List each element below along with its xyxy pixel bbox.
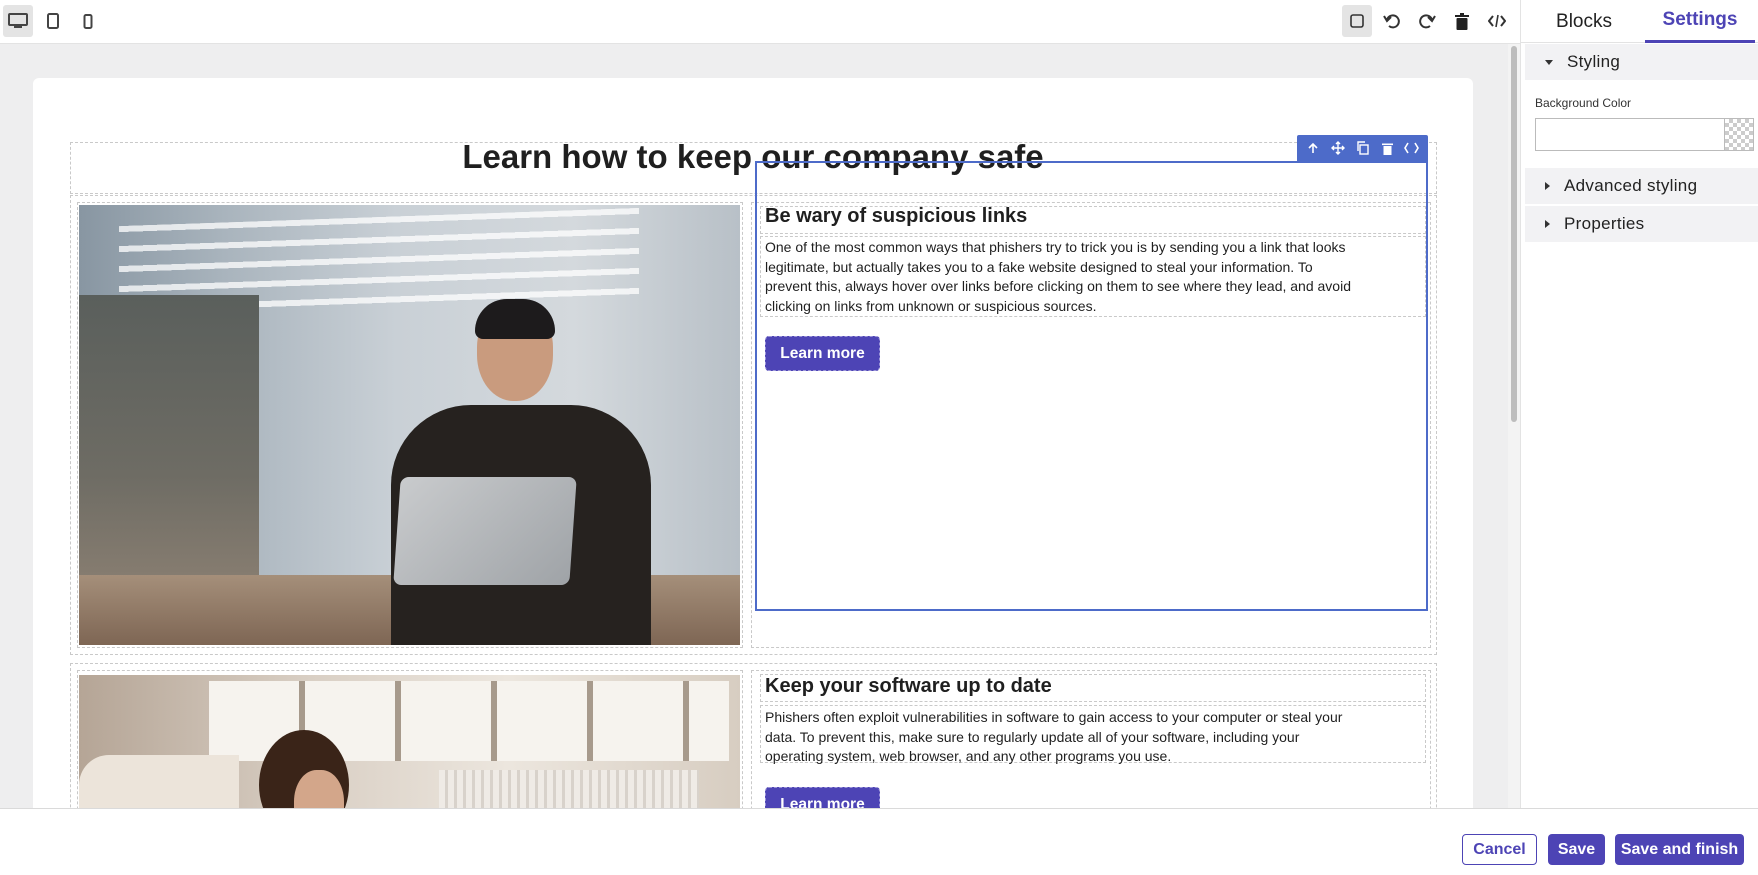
trash-icon[interactable] bbox=[1376, 137, 1398, 159]
laptop bbox=[393, 477, 577, 585]
action-bar: Cancel Save Save and finish bbox=[0, 808, 1758, 875]
woman-window-image[interactable] bbox=[79, 675, 740, 808]
card-heading[interactable]: Keep your software up to date bbox=[765, 675, 1052, 698]
tab-blocks[interactable]: Blocks bbox=[1529, 0, 1639, 43]
move-icon[interactable] bbox=[1327, 137, 1349, 159]
copy-icon[interactable] bbox=[1351, 137, 1373, 159]
background-color-input[interactable] bbox=[1535, 118, 1725, 151]
radiator bbox=[439, 770, 699, 808]
card-body[interactable]: Phishers often exploit vulnerabilities i… bbox=[765, 708, 1355, 767]
editor-toolbar bbox=[0, 0, 1520, 44]
sofa bbox=[79, 755, 239, 808]
arrow-up-icon[interactable] bbox=[1302, 137, 1324, 159]
color-picker-swatch[interactable] bbox=[1724, 118, 1754, 151]
component-outline-icon[interactable] bbox=[1342, 5, 1372, 37]
scrollbar-thumb[interactable] bbox=[1511, 46, 1517, 422]
section-properties[interactable]: Properties bbox=[1525, 206, 1758, 242]
editor-canvas[interactable]: Learn how to keep our company safe Be wa… bbox=[0, 44, 1520, 808]
component-toolbar bbox=[1297, 135, 1428, 161]
code-icon[interactable] bbox=[1401, 137, 1423, 159]
learn-more-button[interactable]: Learn more bbox=[765, 787, 880, 808]
section-styling[interactable]: Styling bbox=[1525, 44, 1758, 80]
caret-right-icon bbox=[1545, 182, 1550, 190]
caret-right-icon bbox=[1545, 220, 1550, 228]
canvas-scrollbar[interactable] bbox=[1508, 44, 1520, 808]
section-styling-label: Styling bbox=[1567, 52, 1621, 71]
tablet-icon[interactable] bbox=[38, 5, 68, 37]
background-color-label: Background Color bbox=[1535, 96, 1632, 110]
save-button[interactable]: Save bbox=[1548, 834, 1605, 865]
redo-icon[interactable] bbox=[1412, 5, 1442, 37]
desktop-icon[interactable] bbox=[3, 5, 33, 37]
caret-down-icon bbox=[1545, 59, 1553, 65]
settings-panel: Blocks Settings Styling Background Color… bbox=[1520, 0, 1758, 808]
mobile-icon[interactable] bbox=[73, 5, 103, 37]
code-icon[interactable] bbox=[1482, 5, 1512, 37]
save-and-finish-button[interactable]: Save and finish bbox=[1615, 834, 1744, 865]
background-wall bbox=[79, 295, 259, 595]
undo-icon[interactable] bbox=[1377, 5, 1407, 37]
person-hair bbox=[475, 299, 555, 339]
selected-component-outline bbox=[755, 161, 1428, 611]
section-properties-label: Properties bbox=[1564, 214, 1645, 233]
section-advanced-label: Advanced styling bbox=[1564, 176, 1698, 195]
section-advanced-styling[interactable]: Advanced styling bbox=[1525, 168, 1758, 204]
trash-icon[interactable] bbox=[1447, 5, 1477, 37]
tab-settings[interactable]: Settings bbox=[1645, 0, 1755, 43]
cancel-button[interactable]: Cancel bbox=[1462, 834, 1537, 865]
businessman-laptop-image[interactable] bbox=[79, 205, 740, 645]
panel-tabs: Blocks Settings bbox=[1521, 0, 1758, 43]
